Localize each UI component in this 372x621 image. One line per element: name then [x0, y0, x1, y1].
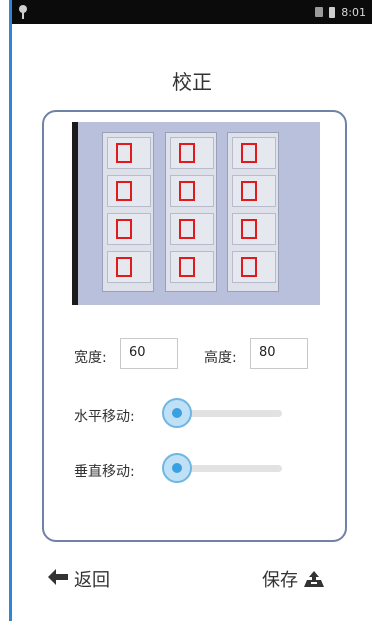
detection-box	[241, 219, 257, 239]
save-tray-icon	[304, 571, 324, 587]
horizontal-move-label: 水平移动:	[74, 409, 135, 425]
vertical-slider-thumb[interactable]	[162, 453, 192, 483]
horizontal-slider-thumb[interactable]	[162, 398, 192, 428]
camera-preview	[72, 122, 320, 305]
back-button[interactable]: 返回	[48, 566, 110, 592]
status-time: 8:01	[341, 5, 366, 19]
width-input[interactable]: 60	[120, 338, 178, 369]
detection-box	[179, 257, 195, 277]
window-left-edge	[0, 0, 12, 621]
detection-box	[179, 181, 195, 201]
height-label: 高度:	[204, 350, 237, 366]
preview-shadow	[72, 122, 78, 305]
detection-box	[116, 181, 132, 201]
detection-box	[241, 143, 257, 163]
width-label: 宽度:	[74, 350, 107, 366]
detection-box	[116, 219, 132, 239]
battery-icon	[329, 6, 336, 18]
preview-panel	[102, 132, 154, 292]
status-bar: 8:01	[12, 0, 372, 24]
vertical-move-label: 垂直移动:	[74, 464, 135, 480]
page-title: 校正	[172, 70, 212, 94]
detection-box	[116, 257, 132, 277]
save-label: 保存	[262, 570, 298, 591]
back-label: 返回	[74, 570, 110, 591]
status-right-group: 8:01	[315, 6, 366, 19]
location-pin-icon	[18, 5, 28, 19]
height-input[interactable]: 80	[250, 338, 308, 369]
sim-icon	[315, 7, 324, 17]
detection-box	[116, 143, 132, 163]
preview-panel	[165, 132, 217, 292]
save-button[interactable]: 保存	[262, 566, 324, 592]
detection-box	[179, 219, 195, 239]
detection-box	[179, 143, 195, 163]
calibration-card: 宽度: 60 高度: 80 水平移动: 垂直移动:	[42, 110, 347, 542]
preview-panel	[227, 132, 279, 292]
back-arrow-icon	[48, 569, 68, 589]
detection-box	[241, 181, 257, 201]
detection-box	[241, 257, 257, 277]
